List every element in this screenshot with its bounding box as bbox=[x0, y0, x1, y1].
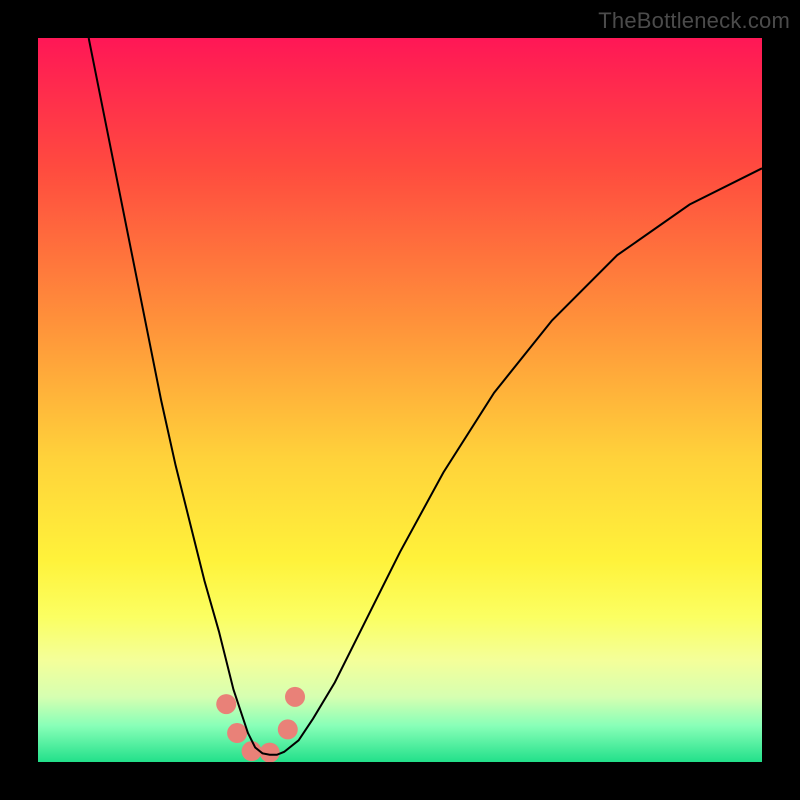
gradient-background bbox=[38, 38, 762, 762]
highlight-dot bbox=[227, 723, 247, 743]
watermark-text: TheBottleneck.com bbox=[598, 8, 790, 34]
plot-area bbox=[38, 38, 762, 762]
chart-svg bbox=[38, 38, 762, 762]
chart-frame: TheBottleneck.com bbox=[0, 0, 800, 800]
highlight-dot bbox=[285, 687, 305, 707]
highlight-dot bbox=[216, 694, 236, 714]
highlight-dot bbox=[278, 719, 298, 739]
